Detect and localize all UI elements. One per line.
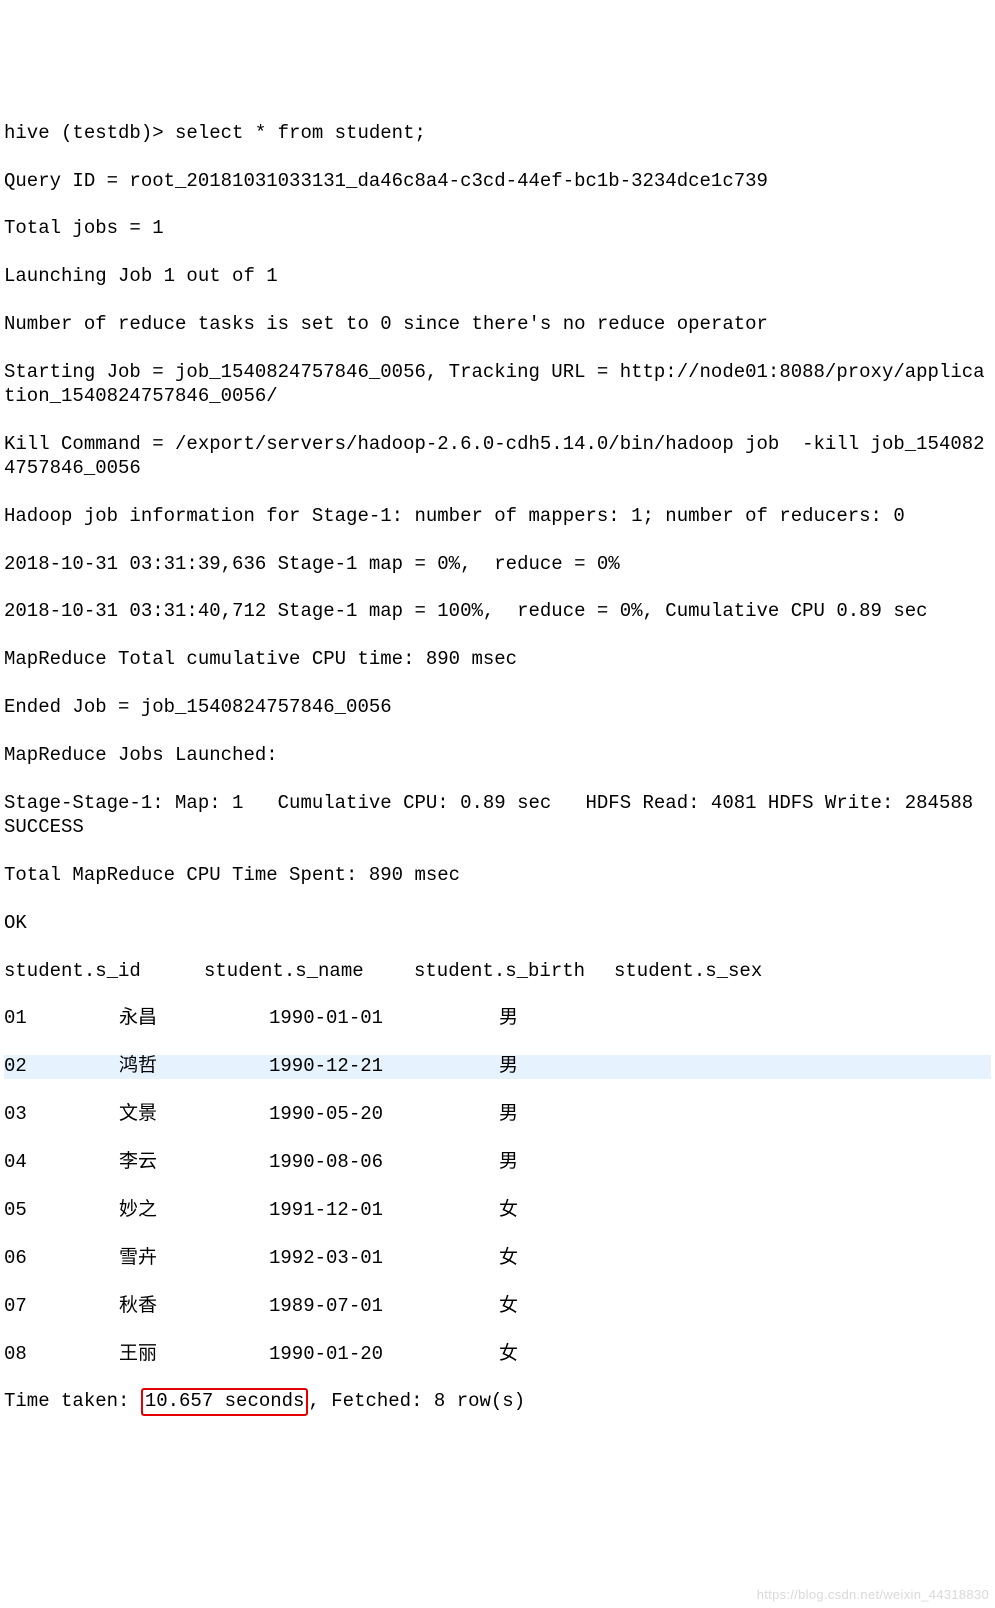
time-taken-line: Time taken: 10.657 seconds, Fetched: 8 r… — [4, 1390, 991, 1414]
total-jobs-line: Total jobs = 1 — [4, 217, 991, 241]
cell-id: 01 — [4, 1007, 119, 1031]
table-row: 08王丽1990-01-20女 — [4, 1343, 991, 1367]
cell-sex: 女 — [499, 1247, 518, 1271]
table-row: 01永昌1990-01-01男 — [4, 1007, 991, 1031]
cell-name: 妙之 — [119, 1199, 269, 1223]
total-cpu-line: Total MapReduce CPU Time Spent: 890 msec — [4, 864, 991, 888]
table-header-row: student.s_idstudent.s_namestudent.s_birt… — [4, 960, 991, 984]
mapreduce-total-line: MapReduce Total cumulative CPU time: 890… — [4, 648, 991, 672]
ok-line: OK — [4, 912, 991, 936]
cell-name: 秋香 — [119, 1295, 269, 1319]
cell-birth: 1990-05-20 — [269, 1103, 499, 1127]
prompt-line: hive (testdb)> select * from student; — [4, 122, 991, 146]
cell-birth: 1990-01-01 — [269, 1007, 499, 1031]
cell-sex: 男 — [499, 1055, 518, 1079]
cell-name: 王丽 — [119, 1343, 269, 1367]
time-prefix: Time taken: — [4, 1390, 141, 1412]
cell-id: 04 — [4, 1151, 119, 1175]
cell-birth: 1992-03-01 — [269, 1247, 499, 1271]
prompt: hive (testdb)> — [4, 122, 175, 144]
cell-sex: 男 — [499, 1007, 518, 1031]
cell-sex: 女 — [499, 1343, 518, 1367]
stage-summary-line: Stage-Stage-1: Map: 1 Cumulative CPU: 0.… — [4, 792, 991, 840]
header-sid: student.s_id — [4, 960, 204, 984]
header-ssex: student.s_sex — [614, 960, 762, 984]
hadoop-info-line: Hadoop job information for Stage-1: numb… — [4, 505, 991, 529]
progress-line-1: 2018-10-31 03:31:39,636 Stage-1 map = 0%… — [4, 553, 991, 577]
starting-job-line: Starting Job = job_1540824757846_0056, T… — [4, 361, 991, 409]
cell-sex: 女 — [499, 1199, 518, 1223]
reduce-tasks-line: Number of reduce tasks is set to 0 since… — [4, 313, 991, 337]
cell-birth: 1990-08-06 — [269, 1151, 499, 1175]
mapreduce-launched-line: MapReduce Jobs Launched: — [4, 744, 991, 768]
cell-birth: 1990-01-20 — [269, 1343, 499, 1367]
table-row-highlighted: 02鸿哲1990-12-21男 — [4, 1055, 991, 1079]
header-sname: student.s_name — [204, 960, 414, 984]
cell-name: 文景 — [119, 1103, 269, 1127]
watermark-text: https://blog.csdn.net/weixin_44318830 — [757, 1587, 989, 1603]
table-row: 03文景1990-05-20男 — [4, 1103, 991, 1127]
cell-name: 李云 — [119, 1151, 269, 1175]
cell-name: 永昌 — [119, 1007, 269, 1031]
cell-birth: 1990-12-21 — [269, 1055, 499, 1079]
ended-job-line: Ended Job = job_1540824757846_0056 — [4, 696, 991, 720]
cell-sex: 女 — [499, 1295, 518, 1319]
time-suffix: , Fetched: 8 row(s) — [308, 1390, 525, 1412]
progress-line-2: 2018-10-31 03:31:40,712 Stage-1 map = 10… — [4, 600, 991, 624]
time-taken-highlight: 10.657 seconds — [141, 1388, 309, 1416]
cell-id: 07 — [4, 1295, 119, 1319]
cell-birth: 1991-12-01 — [269, 1199, 499, 1223]
cell-id: 03 — [4, 1103, 119, 1127]
cell-name: 鸿哲 — [119, 1055, 269, 1079]
table-row: 04李云1990-08-06男 — [4, 1151, 991, 1175]
kill-command-line: Kill Command = /export/servers/hadoop-2.… — [4, 433, 991, 481]
cell-sex: 男 — [499, 1103, 518, 1127]
cell-id: 02 — [4, 1055, 119, 1079]
terminal-output: hive (testdb)> select * from student; Qu… — [0, 96, 995, 1441]
query-id-line: Query ID = root_20181031033131_da46c8a4-… — [4, 170, 991, 194]
cell-id: 08 — [4, 1343, 119, 1367]
header-sbirth: student.s_birth — [414, 960, 614, 984]
cell-name: 雪卉 — [119, 1247, 269, 1271]
table-row: 07秋香1989-07-01女 — [4, 1295, 991, 1319]
cell-id: 06 — [4, 1247, 119, 1271]
launching-line: Launching Job 1 out of 1 — [4, 265, 991, 289]
sql-command: select * from student; — [175, 122, 426, 144]
cell-id: 05 — [4, 1199, 119, 1223]
cell-sex: 男 — [499, 1151, 518, 1175]
table-row: 06雪卉1992-03-01女 — [4, 1247, 991, 1271]
cell-birth: 1989-07-01 — [269, 1295, 499, 1319]
table-row: 05妙之1991-12-01女 — [4, 1199, 991, 1223]
